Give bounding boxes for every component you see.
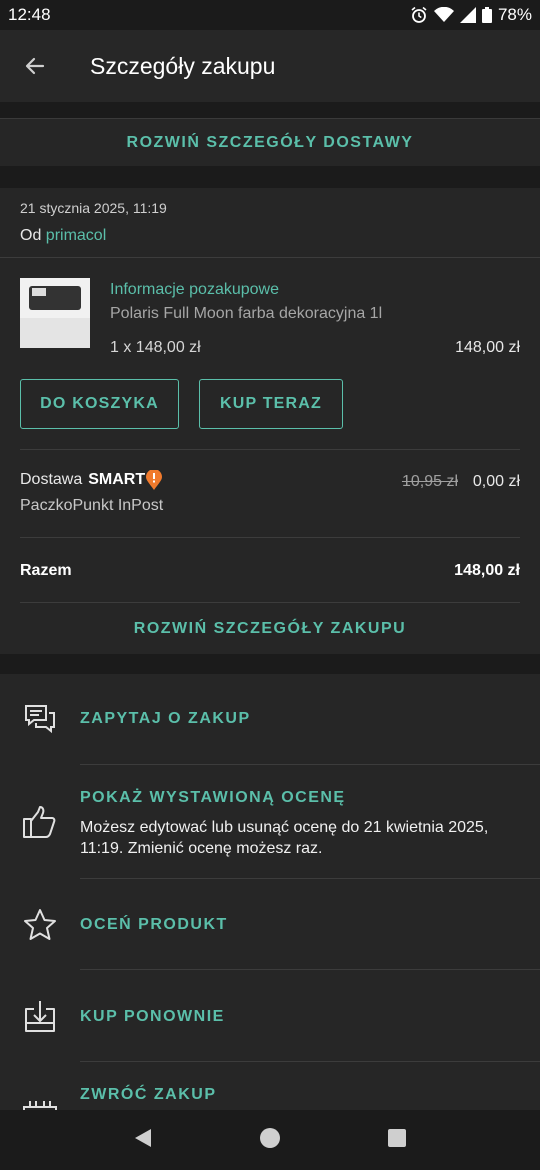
buy-now-button[interactable]: KUP TERAZ [199, 379, 343, 429]
divider [0, 257, 540, 258]
seller-line: Od primacol [20, 227, 106, 245]
chat-icon [20, 699, 60, 739]
smart-label: SMART [88, 471, 146, 488]
action-label: POKAŻ WYSTAWIONĄ OCENĘ [80, 789, 346, 806]
carrier-name: PaczkoPunkt InPost [20, 497, 164, 514]
quantity-line: 1 x 148,00 zł [110, 339, 201, 356]
purchase-card: 21 stycznia 2025, 11:19 Od primacol Info… [0, 188, 540, 654]
seller-link[interactable]: primacol [46, 227, 106, 244]
action-label: ZAPYTAJ O ZAKUP [80, 710, 251, 727]
ask-about-purchase-item[interactable]: ZAPYTAJ O ZAKUP [0, 674, 540, 765]
action-label: OCEŃ PRODUKT [80, 916, 228, 933]
system-nav-bar [0, 1110, 540, 1170]
divider [20, 602, 520, 603]
buy-again-item[interactable]: KUP PONOWNIE [0, 970, 540, 1062]
actions-list: ZAPYTAJ O ZAKUP POKAŻ WYSTAWIONĄ OCENĘ M… [0, 674, 540, 1110]
add-to-cart-button[interactable]: DO KOSZYKA [20, 379, 179, 429]
product-thumbnail[interactable] [20, 278, 90, 348]
battery-percent: 78% [497, 5, 532, 24]
rate-product-item[interactable]: OCEŃ PRODUKT [0, 879, 540, 970]
expand-purchase-details-button[interactable]: ROZWIŃ SZCZEGÓŁY ZAKUPU [0, 614, 540, 644]
signal-icon [459, 7, 476, 23]
divider [20, 449, 520, 450]
delivery-text: Dostawa [20, 471, 83, 488]
smart-badge-icon [146, 470, 163, 490]
page-title: Szczegóły zakupu [90, 52, 276, 79]
total-value: 148,00 zł [454, 562, 520, 579]
buy-again-icon [20, 997, 60, 1037]
status-time: 12:48 [8, 5, 51, 24]
post-purchase-info-link[interactable]: Informacje pozakupowe [110, 281, 279, 299]
expand-delivery-details-button[interactable]: ROZWIŃ SZCZEGÓŁY DOSTAWY [0, 118, 540, 166]
nav-home-icon[interactable] [259, 1127, 281, 1154]
action-label: KUP PONOWNIE [80, 1008, 225, 1025]
alarm-icon [410, 6, 428, 24]
status-bar: 12:48 78% [0, 0, 540, 30]
return-purchase-item[interactable]: ZWRÓĆ ZAKUP [0, 1062, 540, 1110]
nav-recents-icon[interactable] [386, 1127, 408, 1154]
arrow-left-icon [25, 57, 45, 75]
delivery-old-price: 10,95 zł [401, 473, 458, 490]
delivery-label: Dostawa SMART [20, 470, 163, 490]
star-icon [20, 905, 60, 945]
total-label: Razem [20, 562, 72, 579]
product-name[interactable]: Polaris Full Moon farba dekoracyjna 1l [110, 305, 382, 323]
divider [20, 537, 520, 538]
thumbs-up-icon [20, 802, 60, 842]
line-total: 148,00 zł [455, 339, 520, 356]
purchase-date: 21 stycznia 2025, 11:19 [20, 200, 167, 216]
wifi-icon [433, 7, 454, 23]
app-bar: Szczegóły zakupu [0, 30, 540, 102]
nav-back-icon[interactable] [132, 1127, 154, 1154]
show-rating-item[interactable]: POKAŻ WYSTAWIONĄ OCENĘ Możesz edytować l… [0, 765, 540, 879]
rating-edit-note: Możesz edytować lub usunąć ocenę do 21 k… [80, 819, 489, 857]
return-icon [20, 1092, 60, 1110]
battery-icon [481, 7, 492, 23]
action-label: ZWRÓĆ ZAKUP [80, 1086, 217, 1103]
back-button[interactable] [0, 30, 70, 102]
seller-prefix: Od [20, 227, 42, 244]
delivery-price: 0,00 zł [472, 473, 520, 490]
